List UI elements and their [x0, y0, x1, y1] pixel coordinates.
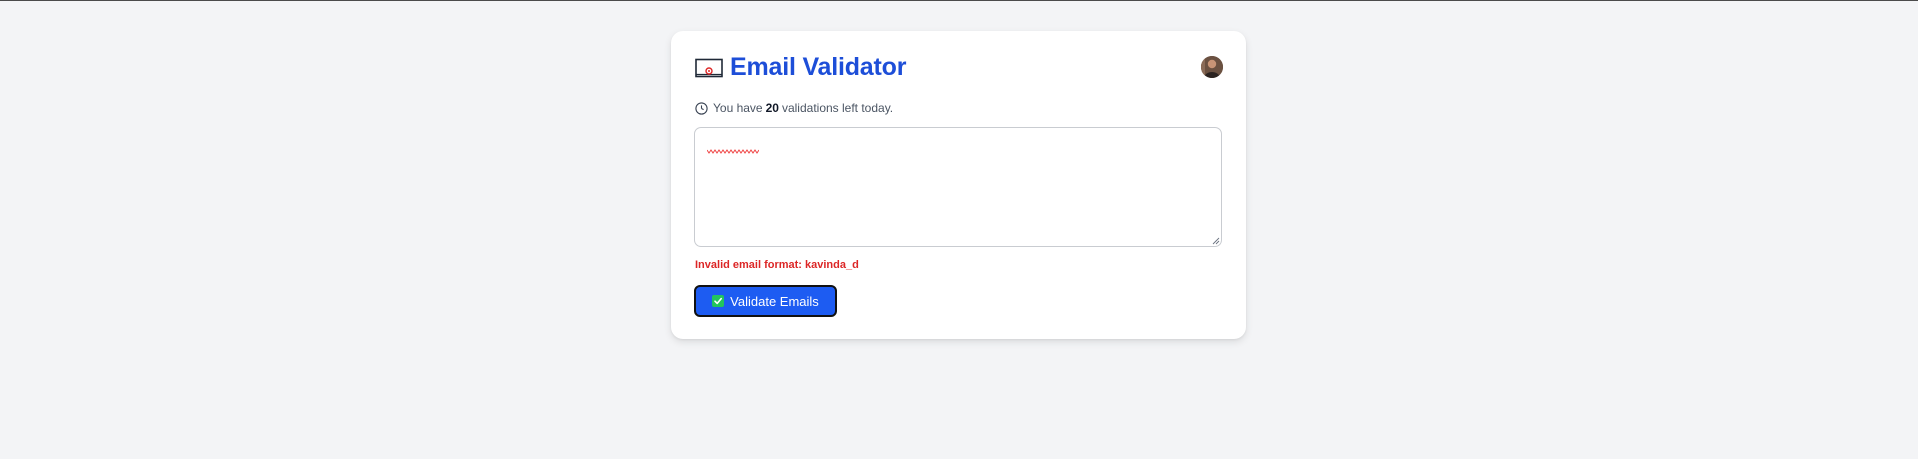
avatar[interactable] [1201, 56, 1223, 78]
spellcheck-underline [707, 149, 759, 154]
validate-button-label: Validate Emails [730, 293, 819, 309]
error-message: Invalid email format: kavinda_d [695, 259, 859, 271]
validator-card: Email Validator You have 20 validations … [671, 31, 1246, 339]
email-textarea[interactable] [694, 127, 1222, 247]
envelope-icon [695, 58, 723, 78]
quota-suffix: validations left today. [781, 101, 894, 115]
user-avatar-icon [1201, 56, 1223, 78]
header: Email Validator [695, 53, 906, 82]
validate-emails-button[interactable]: Validate Emails [694, 285, 837, 317]
quota-info: You have 20 validations left today. [695, 101, 893, 115]
resize-handle[interactable] [1212, 237, 1220, 245]
page-title: Email Validator [730, 53, 907, 81]
quota-count: 20 [765, 101, 779, 115]
check-icon [712, 295, 725, 307]
clock-icon [695, 101, 708, 115]
quota-prefix: You have [713, 101, 763, 115]
